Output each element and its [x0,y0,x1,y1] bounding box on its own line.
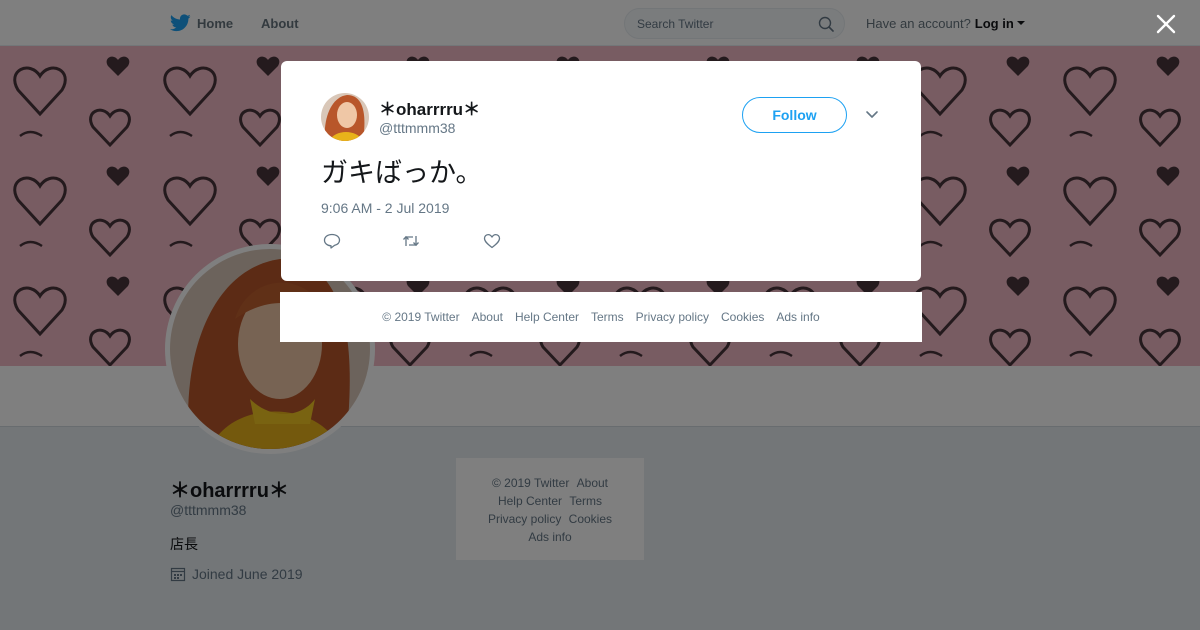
tweet-timestamp[interactable]: 9:06 AM - 2 Jul 2019 [321,200,449,216]
chevron-down-icon[interactable] [865,109,879,121]
footer-ads-info-link[interactable]: Ads info [776,310,819,324]
footer-cookies-link[interactable]: Cookies [721,310,764,324]
footer-terms-link[interactable]: Terms [591,310,624,324]
footer-help-center-link[interactable]: Help Center [515,310,579,324]
copyright-text: © 2019 Twitter [382,310,460,324]
footer-privacy-link[interactable]: Privacy policy [636,310,709,324]
retweet-icon[interactable] [402,233,420,249]
modal-footer: © 2019 Twitter About Help Center Terms P… [280,292,922,342]
close-icon[interactable] [1155,13,1177,35]
tweet-author-name[interactable]: ＊oharrrru＊ [379,95,480,120]
tweet-author-handle[interactable]: @tttmmm38 [379,120,455,136]
avatar-portrait-image [321,93,369,141]
tweet-modal: ＊oharrrru＊ @tttmmm38 Follow ガキばっか。 9:06 … [281,61,921,281]
follow-button[interactable]: Follow [742,97,847,133]
tweet-author-avatar[interactable] [321,93,369,141]
footer-about-link[interactable]: About [472,310,503,324]
like-heart-icon[interactable] [483,233,501,249]
reply-icon[interactable] [323,233,341,249]
tweet-text: ガキばっか。 [321,158,483,189]
